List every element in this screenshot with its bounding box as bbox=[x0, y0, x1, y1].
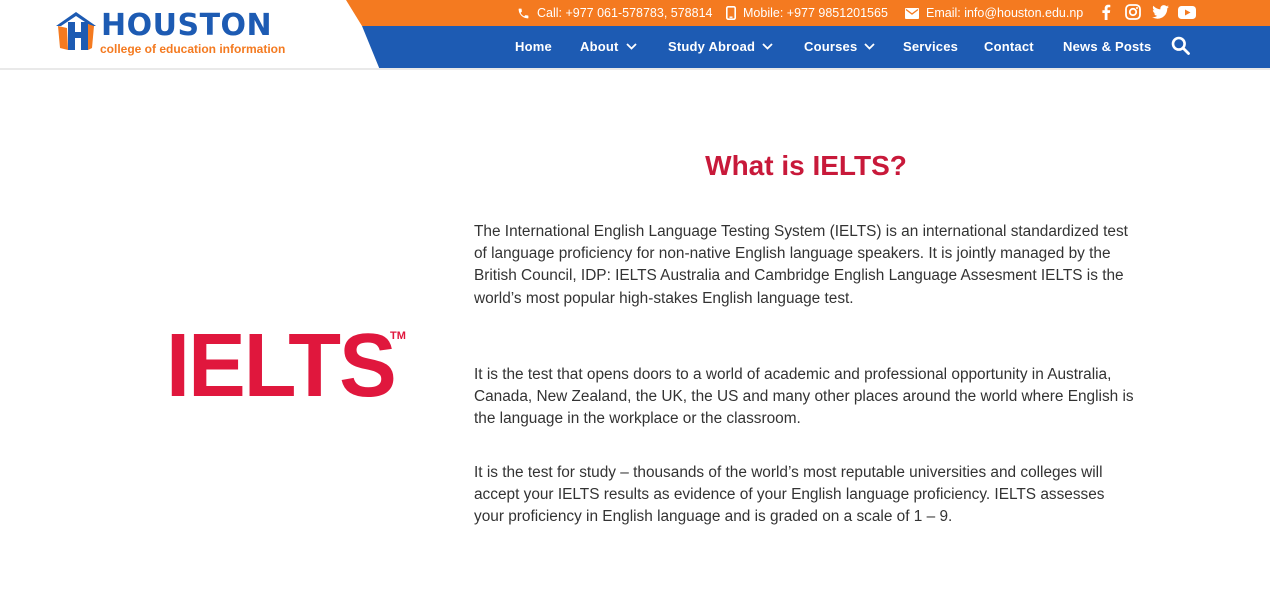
mobile-icon bbox=[726, 6, 736, 20]
email-info[interactable]: Email: info@houston.edu.np bbox=[905, 3, 1083, 23]
nav-item-home[interactable]: Home bbox=[515, 26, 552, 66]
facebook-icon[interactable] bbox=[1097, 3, 1115, 21]
nav-item-study-abroad[interactable]: Study Abroad bbox=[668, 26, 773, 66]
study-paragraph: It is the test for study – thousands of … bbox=[474, 464, 1105, 526]
intro-paragraph: The International English Language Testi… bbox=[474, 223, 1128, 307]
call-text: Call: +977 061-578783, 578814 bbox=[537, 6, 713, 20]
nav-item-label: Study Abroad bbox=[668, 38, 756, 54]
nav-item-courses[interactable]: Courses bbox=[804, 26, 876, 66]
envelope-icon bbox=[905, 7, 919, 19]
mobile-text: Mobile: +977 9851201565 bbox=[743, 6, 888, 20]
nav-item-label: About bbox=[580, 38, 619, 54]
phone-icon bbox=[518, 8, 529, 18]
chevron-down-icon bbox=[864, 42, 876, 50]
youtube-icon[interactable] bbox=[1178, 3, 1196, 21]
nav-item-news-posts[interactable]: News & Posts bbox=[1063, 26, 1151, 66]
opportunity-paragraph: It is the test that opens doors to a wor… bbox=[474, 366, 1134, 428]
chevron-down-icon bbox=[762, 42, 773, 50]
ielts-logo: IELTS TM bbox=[166, 316, 406, 416]
instagram-icon[interactable] bbox=[1124, 3, 1142, 21]
page-title: What is IELTS? bbox=[705, 150, 907, 181]
trademark-symbol: TM bbox=[390, 330, 406, 342]
call-info[interactable]: Call: +977 061-578783, 578814 bbox=[517, 3, 713, 23]
nav-item-label: Home bbox=[515, 38, 552, 54]
search-icon bbox=[1171, 36, 1190, 55]
main-navigation: Home About Study Abroad Courses Services… bbox=[0, 26, 1270, 70]
nav-item-label: Courses bbox=[804, 38, 858, 54]
nav-item-label: News & Posts bbox=[1063, 38, 1152, 54]
mobile-info[interactable]: Mobile: +977 9851201565 bbox=[726, 3, 888, 23]
nav-item-label: Contact bbox=[984, 38, 1034, 54]
ielts-logo-text: IELTS bbox=[166, 316, 397, 416]
twitter-icon[interactable] bbox=[1151, 3, 1169, 21]
site-header: HOUSTON college of education information… bbox=[0, 0, 1270, 70]
nav-item-about[interactable]: About bbox=[580, 26, 637, 66]
nav-item-label: Services bbox=[903, 38, 959, 54]
nav-item-contact[interactable]: Contact bbox=[984, 26, 1034, 66]
chevron-down-icon bbox=[625, 42, 637, 50]
search-button[interactable] bbox=[1171, 36, 1191, 56]
nav-item-services[interactable]: Services bbox=[903, 26, 958, 66]
email-text: Email: info@houston.edu.np bbox=[926, 6, 1084, 20]
